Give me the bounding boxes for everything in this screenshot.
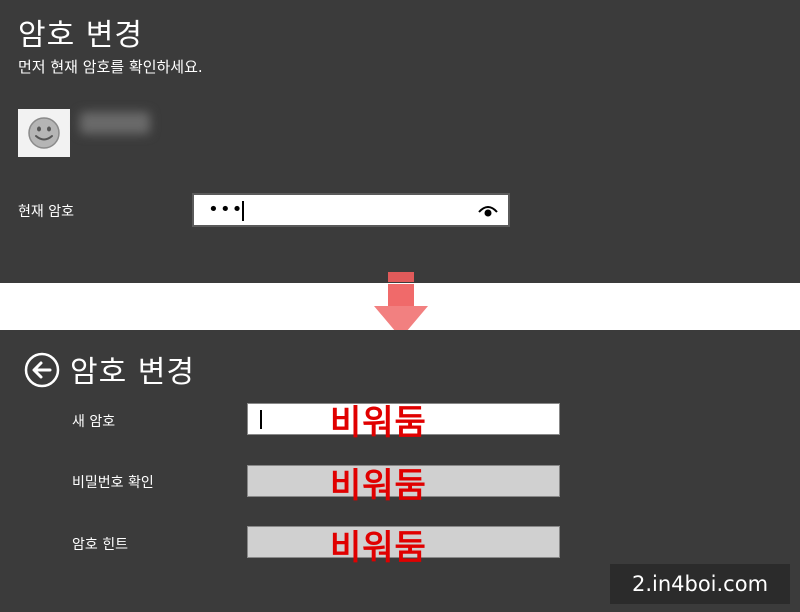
leave-blank-annotation: 비워둠 (330, 528, 427, 568)
page-subtitle: 먼저 현재 암호를 확인하세요. (18, 58, 203, 76)
page-title: 암호 변경 (18, 18, 143, 53)
text-caret (242, 201, 244, 221)
password-hint-label: 암호 힌트 (72, 537, 128, 553)
back-arrow-icon[interactable] (24, 352, 60, 388)
leave-blank-annotation: 비워둠 (330, 466, 427, 506)
watermark: 2.in4boi.com (610, 564, 790, 604)
new-password-label: 새 암호 (72, 414, 116, 430)
verify-current-password-panel: 암호 변경 먼저 현재 암호를 확인하세요. 현재 암호 ••• (0, 0, 800, 283)
eye-icon[interactable] (478, 204, 498, 218)
text-caret (260, 410, 262, 429)
smiley-face-icon (28, 117, 60, 149)
page-title-new: 암호 변경 (70, 355, 195, 390)
current-password-label: 현재 암호 (18, 204, 74, 220)
current-password-input[interactable]: ••• (192, 193, 510, 227)
username-redacted (80, 112, 150, 134)
leave-blank-annotation: 비워둠 (330, 403, 427, 443)
confirm-password-label: 비밀번호 확인 (72, 475, 154, 491)
current-password-value: ••• (208, 199, 244, 220)
avatar (18, 109, 70, 157)
